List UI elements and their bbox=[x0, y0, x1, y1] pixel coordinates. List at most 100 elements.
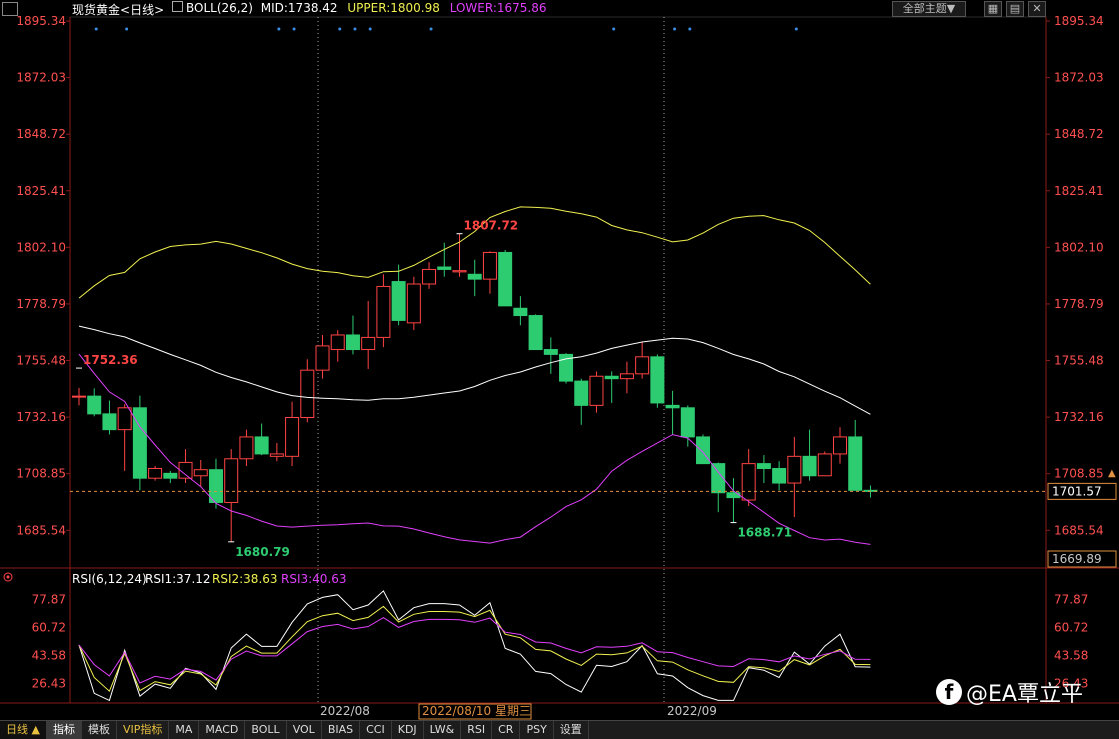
candle bbox=[330, 330, 345, 362]
boll-legend: BOLL(26,2) MID:1738.42 UPPER:1800.98 LOW… bbox=[172, 1, 547, 15]
tab-ma[interactable]: MA bbox=[169, 721, 200, 739]
left-tick-6: 1755.48 bbox=[16, 354, 66, 368]
close-icon[interactable]: ✕ bbox=[1028, 1, 1046, 17]
price-annotation-1: 1680.79 bbox=[235, 545, 290, 559]
tab-lw[interactable]: LW& bbox=[424, 721, 462, 739]
tab-settings[interactable]: 设置 bbox=[554, 721, 589, 739]
right-tick-0: 1895.34 bbox=[1054, 14, 1104, 28]
candle bbox=[269, 442, 284, 462]
rsi-right-tick-0: 77.87 bbox=[1054, 593, 1088, 607]
tab-bias[interactable]: BIAS bbox=[322, 721, 361, 739]
tab-cr[interactable]: CR bbox=[492, 721, 521, 739]
chart-canvas[interactable]: 1895.34 1872.03 1848.72 1825.41 1802.10 1778.… bbox=[0, 0, 1119, 738]
candle bbox=[741, 449, 756, 507]
left-tick-0: 1895.34 bbox=[16, 14, 66, 28]
signal-dot bbox=[125, 27, 129, 31]
candle bbox=[802, 429, 817, 481]
signal-dot bbox=[794, 27, 798, 31]
candle bbox=[772, 461, 787, 491]
candle bbox=[87, 388, 102, 417]
candle bbox=[559, 353, 574, 384]
rsi-left-tick-2: 43.58 bbox=[32, 648, 66, 662]
candle bbox=[604, 371, 619, 403]
signal-dot bbox=[368, 27, 372, 31]
candle bbox=[239, 429, 254, 467]
candle bbox=[787, 436, 802, 518]
current-price-label: 1701.57 bbox=[1052, 484, 1102, 498]
right-tick-7: 1732.16 bbox=[1054, 410, 1104, 424]
candle bbox=[833, 427, 847, 464]
rsi-lines bbox=[78, 590, 871, 702]
signal-dot bbox=[429, 27, 433, 31]
instrument-name: 现货黄金 bbox=[72, 3, 121, 17]
candle bbox=[345, 315, 360, 355]
candle bbox=[452, 233, 467, 277]
tab-macd[interactable]: MACD bbox=[199, 721, 246, 739]
candle bbox=[619, 361, 634, 394]
tab-cci[interactable]: CCI bbox=[360, 721, 392, 739]
boll-upper: UPPER:1800.98 bbox=[347, 1, 440, 15]
tab-indicator[interactable]: 指标 bbox=[47, 721, 82, 739]
candle bbox=[132, 395, 147, 491]
indicator-tab-bar: 日线 ▲ 指标 模板 VIP指标 MA MACD BOLL VOL BIAS C… bbox=[0, 720, 1119, 739]
candle bbox=[300, 359, 315, 423]
right-tick-2: 1848.72 bbox=[1054, 127, 1104, 141]
signal-dot bbox=[612, 27, 616, 31]
candle bbox=[467, 259, 482, 297]
low-marker-label: 1669.89 bbox=[1052, 552, 1102, 566]
candle bbox=[163, 470, 178, 484]
tab-vip-indicator[interactable]: VIP指标 bbox=[117, 721, 170, 739]
signal-dot bbox=[277, 27, 281, 31]
tab-kdj[interactable]: KDJ bbox=[392, 721, 424, 739]
candle bbox=[680, 405, 695, 447]
tab-psy[interactable]: PSY bbox=[520, 721, 554, 739]
candle bbox=[406, 276, 421, 331]
compare-icon[interactable]: ▤ bbox=[1006, 1, 1024, 17]
candle bbox=[102, 400, 117, 435]
price-arrow-icon: ▲ bbox=[1108, 468, 1116, 479]
price-annotation-0: 1752.36 bbox=[83, 353, 138, 367]
candle bbox=[574, 378, 589, 425]
candle bbox=[711, 462, 726, 513]
candle bbox=[391, 264, 406, 326]
candle bbox=[224, 449, 239, 542]
settings-grid-icon[interactable]: ▦ bbox=[984, 1, 1002, 17]
candle bbox=[117, 404, 132, 471]
right-tick-6: 1755.48 bbox=[1054, 354, 1104, 368]
instrument-title: 现货黄金<日线> bbox=[72, 1, 164, 18]
right-tick-8: 1708.85 bbox=[1054, 467, 1104, 481]
xaxis-month-aug: 2022/08 bbox=[320, 704, 370, 718]
left-tick-2: 1848.72 bbox=[16, 127, 66, 141]
boll-lower: LOWER:1675.86 bbox=[449, 1, 547, 15]
candle bbox=[285, 401, 300, 467]
left-tick-1: 1872.03 bbox=[16, 71, 66, 85]
window-icon[interactable] bbox=[2, 2, 18, 16]
candle bbox=[696, 434, 711, 465]
signal-dot bbox=[338, 27, 342, 31]
candle bbox=[376, 274, 391, 348]
candle bbox=[848, 419, 863, 491]
watermark: f @EA覃立平 bbox=[936, 676, 1083, 708]
rsi-axis: 77.87 77.8760.72 60.7243.58 43.5826.43 26.43 bbox=[32, 593, 1089, 691]
rsi-right-tick-2: 43.58 bbox=[1054, 648, 1088, 662]
rsi-line-RSI1 bbox=[78, 590, 871, 702]
signal-dot bbox=[688, 27, 692, 31]
left-price-axis: 1895.34 1872.03 1848.72 1825.41 1802.10 1778.… bbox=[16, 14, 70, 537]
tab-vol[interactable]: VOL bbox=[287, 721, 322, 739]
candle bbox=[72, 387, 86, 406]
candle bbox=[817, 451, 832, 477]
watermark-text: @EA覃立平 bbox=[966, 682, 1083, 707]
rsi-left-tick-0: 77.87 bbox=[32, 593, 66, 607]
tab-boll[interactable]: BOLL bbox=[245, 721, 287, 739]
right-tick-5: 1778.79 bbox=[1054, 297, 1104, 311]
tab-rsi[interactable]: RSI bbox=[461, 721, 493, 739]
rsi-line-RSI2 bbox=[78, 605, 871, 693]
right-price-axis: 1895.34 1872.03 1848.72 1825.41 1802.10 1778.… bbox=[1046, 14, 1104, 537]
candle bbox=[635, 342, 650, 379]
signal-dots bbox=[94, 27, 798, 31]
tab-template[interactable]: 模板 bbox=[82, 721, 117, 739]
theme-dropdown[interactable]: 全部主题▼ bbox=[892, 1, 966, 17]
price-annotation-3: 1688.71 bbox=[737, 526, 792, 540]
signal-dot bbox=[94, 27, 98, 31]
period-dropdown[interactable]: 日线 ▲ bbox=[0, 721, 47, 739]
